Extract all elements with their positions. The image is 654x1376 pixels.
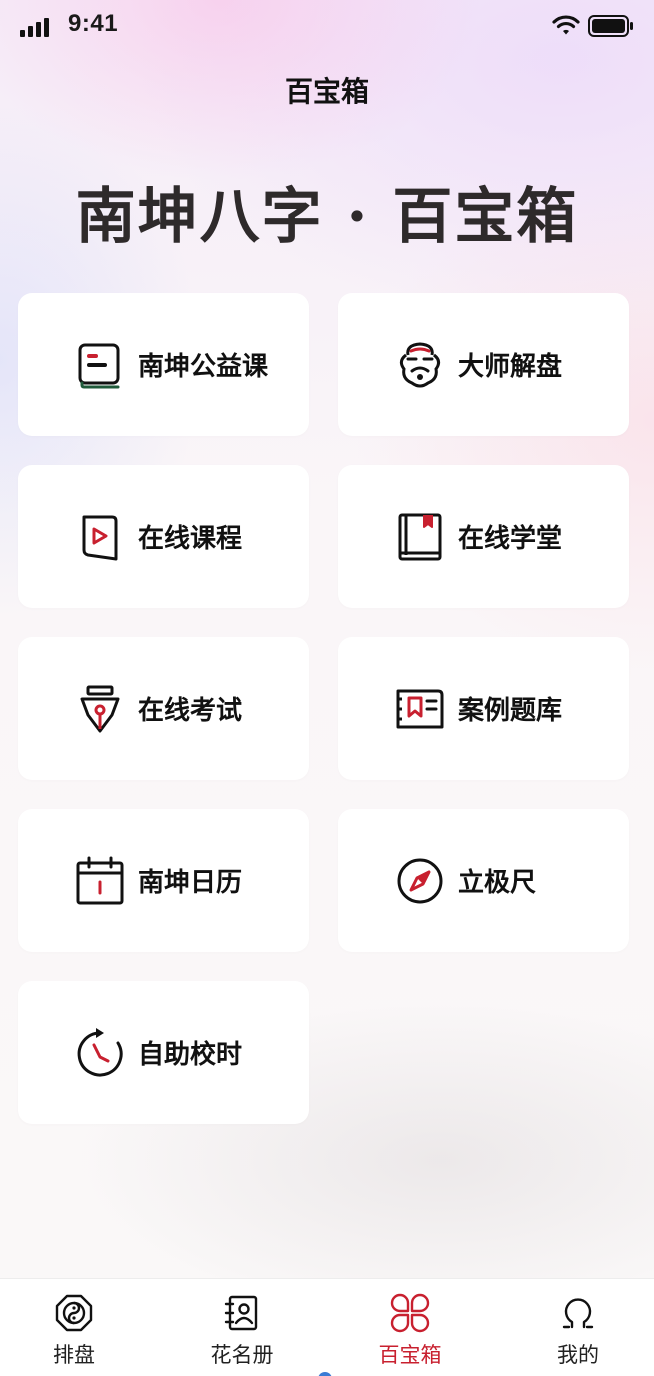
tab-label: 我的 xyxy=(557,1343,599,1367)
compass-icon xyxy=(394,855,446,907)
video-course-icon xyxy=(74,511,126,563)
status-time: 9:41 xyxy=(68,10,119,37)
battery-icon xyxy=(588,15,633,37)
tool-card-label: 在线课程 xyxy=(138,524,243,554)
tool-card-label: 南坤公益课 xyxy=(138,352,269,382)
tool-card-label: 立极尺 xyxy=(458,868,537,898)
master-face-icon xyxy=(394,339,446,391)
tab-label: 花名册 xyxy=(210,1343,274,1367)
tool-card-label: 南坤日历 xyxy=(138,868,243,898)
book-green-icon xyxy=(74,339,126,391)
grid-flower-icon xyxy=(390,1293,430,1333)
bagua-icon xyxy=(54,1293,94,1333)
tool-card-label: 大师解盘 xyxy=(458,352,563,382)
bottom-tab-bar: 排盘 花名册 百宝箱 我的 xyxy=(0,1278,654,1376)
profile-icon xyxy=(558,1293,598,1333)
tool-card-label: 在线考试 xyxy=(138,696,243,726)
tool-card-compass[interactable]: 立极尺 xyxy=(338,809,629,952)
tool-card-label: 在线学堂 xyxy=(458,524,563,554)
tool-card-label: 案例题库 xyxy=(458,696,563,726)
tool-card-public-course[interactable]: 南坤公益课 xyxy=(18,293,309,436)
tool-card-master-reading[interactable]: 大师解盘 xyxy=(338,293,629,436)
tool-card-label: 自助校时 xyxy=(138,1040,243,1070)
calendar-icon xyxy=(74,855,126,907)
cellular-signal-icon xyxy=(20,18,49,37)
tab-roster[interactable]: 花名册 xyxy=(160,1279,324,1376)
tool-card-case-bank[interactable]: 案例题库 xyxy=(338,637,629,780)
tab-label: 排盘 xyxy=(53,1343,95,1367)
question-bank-icon xyxy=(394,683,446,735)
contacts-icon xyxy=(222,1293,262,1333)
hero-title: 南坤八字 · 百宝箱 xyxy=(75,182,579,252)
bookmark-book-icon xyxy=(394,511,446,563)
tool-card-online-exam[interactable]: 在线考试 xyxy=(18,637,309,780)
tab-toolbox[interactable]: 百宝箱 xyxy=(328,1279,492,1376)
tool-card-time-calibration[interactable]: 自助校时 xyxy=(18,981,309,1124)
page-title: 百宝箱 xyxy=(284,75,369,108)
pen-nib-icon xyxy=(74,683,126,735)
tab-paipan[interactable]: 排盘 xyxy=(0,1279,156,1376)
wifi-icon xyxy=(552,15,580,35)
tool-card-online-academy[interactable]: 在线学堂 xyxy=(338,465,629,608)
status-bar: 9:41 xyxy=(0,0,654,52)
tab-label: 百宝箱 xyxy=(378,1343,442,1367)
tool-card-calendar[interactable]: 南坤日历 xyxy=(18,809,309,952)
tab-mine[interactable]: 我的 xyxy=(496,1279,654,1376)
tool-card-online-course[interactable]: 在线课程 xyxy=(18,465,309,608)
clock-refresh-icon xyxy=(74,1027,126,1079)
